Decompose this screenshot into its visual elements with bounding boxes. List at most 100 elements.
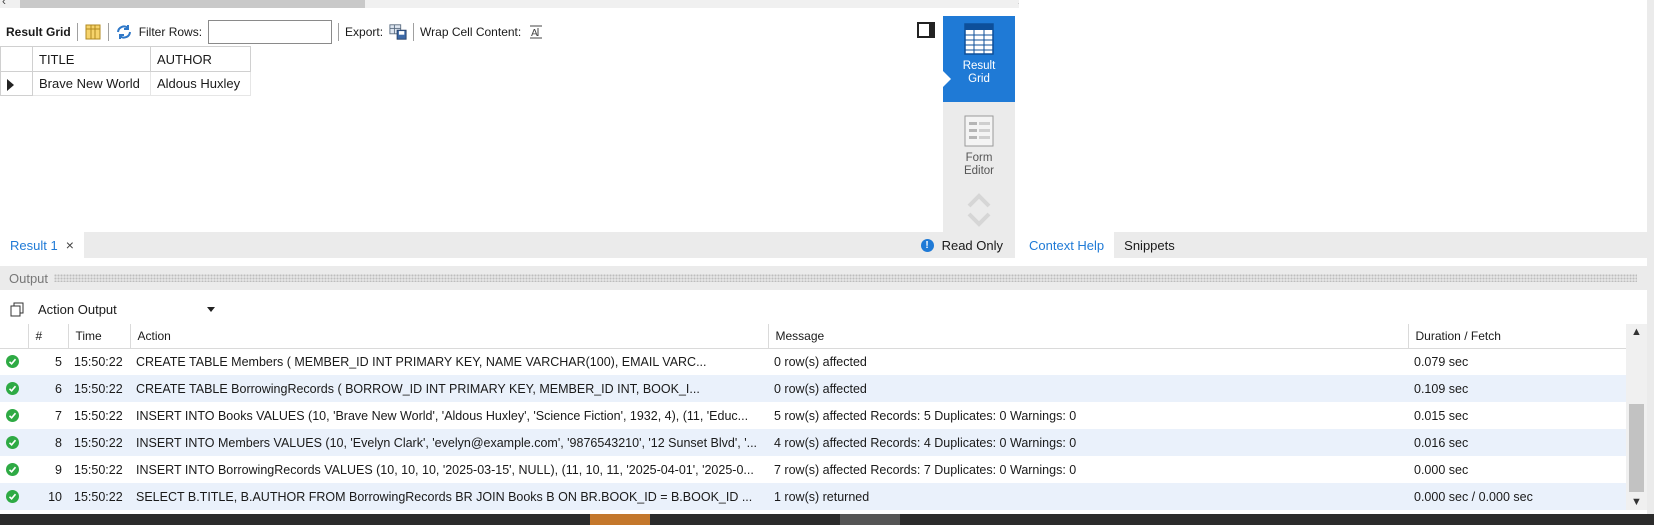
table-row[interactable]: Brave New World Aldous Huxley: [0, 71, 251, 96]
output-header-row: # Time Action Message Duration / Fetch: [0, 324, 1626, 349]
cell-time[interactable]: 15:50:22: [68, 348, 130, 375]
row-marker[interactable]: [0, 71, 33, 96]
grid-columns-icon[interactable]: [84, 23, 102, 41]
toolbar-divider: [107, 23, 109, 41]
check-circle-icon: [6, 381, 19, 395]
editor-horizontal-scrollbar[interactable]: ‹ ›: [0, 0, 1040, 8]
column-header-number[interactable]: #: [28, 324, 69, 349]
status-cell[interactable]: [0, 402, 28, 429]
scrollbar-thumb[interactable]: [20, 0, 365, 8]
cell-title[interactable]: Brave New World: [32, 71, 151, 96]
scrollbar-thumb[interactable]: [1629, 404, 1644, 492]
taskbar-strip: [0, 514, 1654, 525]
cell-action[interactable]: CREATE TABLE BorrowingRecords ( BORROW_I…: [130, 375, 768, 402]
result-grid-button-label: Result: [962, 60, 996, 72]
form-editor-button[interactable]: Form Editor: [943, 108, 1015, 194]
taskbar-segment: [840, 514, 900, 525]
filter-rows-label: Filter Rows:: [138, 25, 203, 39]
toolbar-divider: [76, 23, 78, 41]
table-row[interactable]: 10 15:50:22 SELECT B.TITLE, B.AUTHOR FROM …: [0, 483, 1626, 510]
svg-text:A: A: [531, 28, 538, 39]
tab-context-help[interactable]: Context Help: [1019, 232, 1115, 258]
cell-duration[interactable]: 0.016 sec: [1408, 429, 1626, 456]
output-type-select[interactable]: Action Output: [34, 298, 221, 320]
table-row[interactable]: 9 15:50:22 INSERT INTO BorrowingRecords VA…: [0, 456, 1626, 483]
cell-action[interactable]: INSERT INTO Books VALUES (10, 'Brave New…: [130, 402, 768, 429]
cell-number[interactable]: 8: [28, 429, 68, 456]
window-right-edge: [1647, 0, 1654, 525]
column-header-action[interactable]: Action: [130, 324, 769, 349]
taskbar-segment: [590, 514, 650, 525]
cell-time[interactable]: 15:50:22: [68, 375, 130, 402]
result-table: TITLE AUTHOR Brave New World Aldous Huxl…: [0, 46, 251, 96]
column-header-title[interactable]: TITLE: [32, 46, 151, 72]
result-grid-label: Result Grid: [6, 25, 71, 39]
form-editor-icon: [964, 115, 994, 147]
panel-grip[interactable]: [54, 274, 1637, 282]
status-cell[interactable]: [0, 348, 28, 375]
cell-duration[interactable]: 0.109 sec: [1408, 375, 1626, 402]
cell-duration[interactable]: 0.015 sec: [1408, 402, 1626, 429]
read-only-label: Read Only: [941, 237, 1003, 253]
scroll-left-icon[interactable]: ‹: [2, 0, 6, 8]
cell-time[interactable]: 15:50:22: [68, 483, 130, 510]
filter-rows-input[interactable]: [208, 20, 333, 44]
form-editor-button-label: Form: [965, 152, 993, 164]
cell-duration[interactable]: 0.000 sec: [1408, 456, 1626, 483]
cell-message[interactable]: 7 row(s) affected Records: 7 Duplicates:…: [768, 456, 1408, 483]
toggle-side-panel-icon[interactable]: [917, 22, 935, 38]
output-panel-header: Output: [0, 266, 1647, 290]
status-cell[interactable]: [0, 429, 28, 456]
refresh-icon[interactable]: [115, 23, 133, 41]
output-vertical-scrollbar[interactable]: ▲ ▼: [1626, 324, 1647, 510]
cell-message[interactable]: 4 row(s) affected Records: 4 Duplicates:…: [768, 429, 1408, 456]
cell-number[interactable]: 6: [28, 375, 68, 402]
table-row[interactable]: 8 15:50:22 INSERT INTO Members VALUES (10,…: [0, 429, 1626, 456]
output-title: Output: [9, 270, 49, 286]
cell-number[interactable]: 9: [28, 456, 68, 483]
result-tab-bar: Result 1 × ! Read Only: [0, 232, 1015, 258]
cell-number[interactable]: 7: [28, 402, 68, 429]
wrap-text-icon[interactable]: A: [527, 23, 545, 41]
cell-time[interactable]: 15:50:22: [68, 429, 130, 456]
tab-result-1[interactable]: Result 1 ×: [0, 232, 84, 258]
cell-action[interactable]: CREATE TABLE Members ( MEMBER_ID INT PRI…: [130, 348, 768, 375]
export-icon[interactable]: [389, 23, 407, 41]
result-grid: TITLE AUTHOR Brave New World Aldous Huxl…: [0, 46, 943, 232]
scroll-up-down-icon[interactable]: [961, 190, 997, 230]
cell-action[interactable]: SELECT B.TITLE, B.AUTHOR FROM BorrowingR…: [130, 483, 768, 510]
column-header-author[interactable]: AUTHOR: [150, 46, 251, 72]
scroll-down-icon[interactable]: ▼: [1631, 496, 1642, 508]
cell-action[interactable]: INSERT INTO BorrowingRecords VALUES (10,…: [130, 456, 768, 483]
cell-time[interactable]: 15:50:22: [68, 456, 130, 483]
close-icon[interactable]: ×: [66, 237, 74, 253]
status-cell[interactable]: [0, 375, 28, 402]
cell-message[interactable]: 5 row(s) affected Records: 5 Duplicates:…: [768, 402, 1408, 429]
check-circle-icon: [6, 462, 19, 476]
cell-action[interactable]: INSERT INTO Members VALUES (10, 'Evelyn …: [130, 429, 768, 456]
column-header-duration[interactable]: Duration / Fetch: [1408, 324, 1626, 349]
cell-number[interactable]: 5: [28, 348, 68, 375]
cell-duration[interactable]: 0.000 sec / 0.000 sec: [1408, 483, 1626, 510]
cell-message[interactable]: 0 row(s) affected: [768, 348, 1408, 375]
check-circle-icon: [6, 435, 19, 449]
status-cell[interactable]: [0, 483, 28, 510]
scroll-up-icon[interactable]: ▲: [1631, 326, 1642, 338]
tab-snippets[interactable]: Snippets: [1114, 232, 1185, 258]
status-cell[interactable]: [0, 456, 28, 483]
export-label: Export:: [345, 25, 384, 39]
cell-message[interactable]: 1 row(s) returned: [768, 483, 1408, 510]
cell-time[interactable]: 15:50:22: [68, 402, 130, 429]
copy-icon[interactable]: [10, 301, 26, 317]
cell-message[interactable]: 0 row(s) affected: [768, 375, 1408, 402]
table-row[interactable]: 5 15:50:22 CREATE TABLE Members ( MEMBER_I…: [0, 348, 1626, 375]
table-row[interactable]: 6 15:50:22 CREATE TABLE BorrowingRecords (…: [0, 375, 1626, 402]
column-header-message[interactable]: Message: [768, 324, 1409, 349]
table-row[interactable]: 7 15:50:22 INSERT INTO Books VALUES (10, '…: [0, 402, 1626, 429]
cell-duration[interactable]: 0.079 sec: [1408, 348, 1626, 375]
toolbar-divider: [413, 23, 415, 41]
cell-number[interactable]: 10: [28, 483, 68, 510]
column-header-time[interactable]: Time: [68, 324, 131, 349]
result-grid-button[interactable]: Result Grid: [942, 16, 1015, 102]
cell-author[interactable]: Aldous Huxley: [150, 71, 251, 96]
